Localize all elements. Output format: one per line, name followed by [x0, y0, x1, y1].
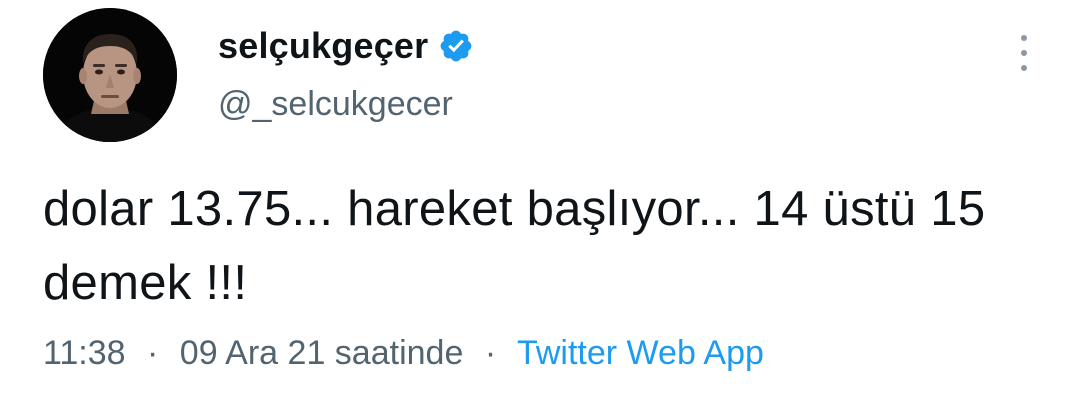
profile-photo: [43, 8, 177, 142]
more-dot: [1021, 50, 1027, 56]
more-dot: [1021, 65, 1027, 71]
author-handle[interactable]: @_selcukgecer: [218, 85, 453, 124]
vertical-ellipsis-icon[interactable]: [1010, 35, 1038, 71]
verified-badge-icon: [438, 28, 474, 64]
author-name-row[interactable]: selçukgeçer: [218, 25, 474, 67]
tweet-time[interactable]: 11:38: [43, 334, 126, 372]
tweet-card: selçukgeçer @_selcukgecer dolar 13.75...…: [0, 0, 1080, 407]
tweet-meta: 11:38 · 09 Ara 21 saatinde · Twitter Web…: [43, 334, 764, 373]
meta-separator: ·: [147, 334, 159, 372]
tweet-date[interactable]: 09 Ara 21 saatinde: [180, 334, 464, 372]
tweet-text: dolar 13.75... hareket başlıyor... 14 üs…: [43, 182, 986, 310]
avatar[interactable]: [43, 8, 177, 142]
more-dot: [1021, 35, 1027, 41]
author-display-name[interactable]: selçukgeçer: [218, 25, 428, 67]
tweet-source-link[interactable]: Twitter Web App: [517, 334, 764, 372]
meta-separator: ·: [484, 334, 497, 372]
